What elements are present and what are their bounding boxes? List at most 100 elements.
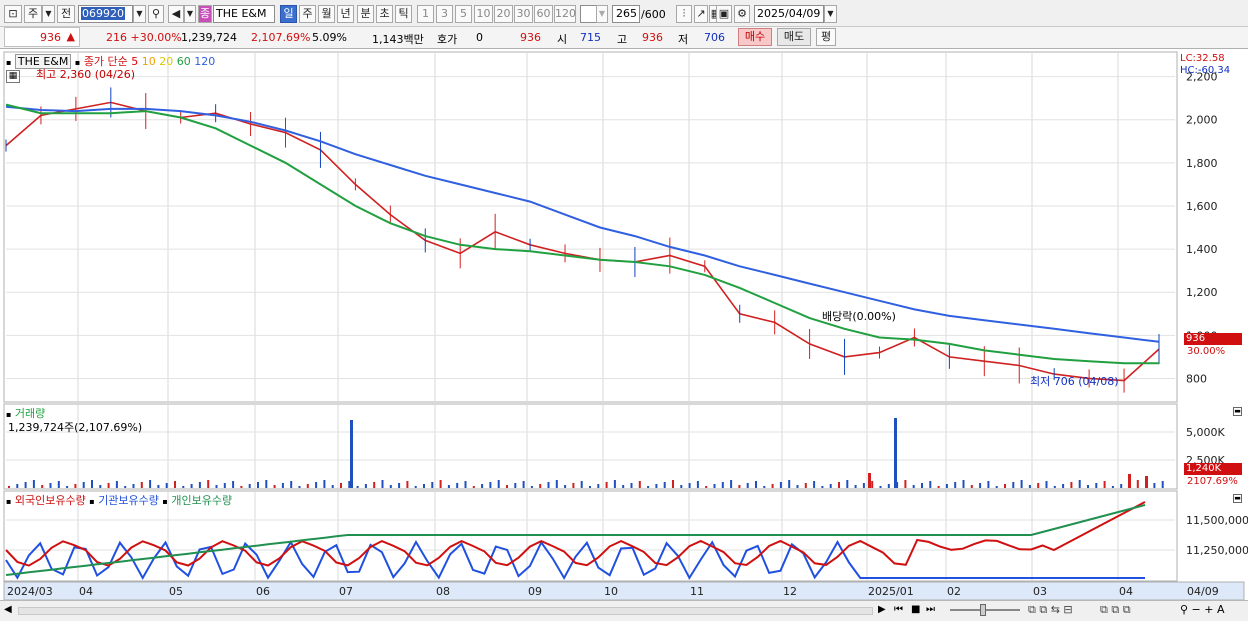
- interval-20[interactable]: 20: [494, 5, 513, 23]
- foreign-holding-label[interactable]: 외국인보유수량: [15, 494, 86, 507]
- volume-bar: [730, 480, 733, 488]
- volume-spike: [1128, 474, 1131, 488]
- volume-bar: [124, 486, 127, 488]
- candle-icon[interactable]: ⫶: [676, 5, 692, 23]
- legend-square-icon: ▪: [6, 58, 12, 67]
- volume-bar: [290, 481, 293, 488]
- interval-10[interactable]: 10: [474, 5, 493, 23]
- volume-bar: [688, 483, 691, 488]
- volume-bar: [713, 484, 716, 488]
- scroll-left-icon[interactable]: ◀: [4, 604, 12, 615]
- period-day[interactable]: 일: [280, 5, 297, 23]
- code-dropdown-icon[interactable]: ▼: [133, 5, 146, 23]
- volume-bar: [564, 485, 567, 488]
- volume-bar: [1078, 480, 1081, 488]
- interval-3[interactable]: 3: [436, 5, 453, 23]
- interval-30[interactable]: 30: [514, 5, 533, 23]
- ma-60: 60: [176, 55, 191, 68]
- avg-button[interactable]: 평: [816, 28, 836, 46]
- search-icon[interactable]: ⚲: [148, 5, 164, 23]
- volume-bar: [912, 485, 915, 488]
- speaker-icon[interactable]: ◀: [168, 5, 184, 23]
- period-month[interactable]: 월: [318, 5, 335, 23]
- stock-code-input[interactable]: 069920: [78, 5, 133, 23]
- period-second[interactable]: 초: [376, 5, 393, 23]
- volume-bar: [240, 486, 243, 488]
- volume-bar: [1095, 483, 1098, 488]
- period-select[interactable]: 주: [24, 5, 42, 23]
- interval-dropdown-icon[interactable]: ▼: [596, 5, 608, 23]
- holding-y-tick: 11,250,000: [1186, 544, 1248, 557]
- volume-bar: [921, 483, 923, 488]
- window-icon[interactable]: ⊡: [4, 5, 22, 23]
- low-price: 706: [704, 31, 725, 44]
- y-tick-label: 2,000: [1186, 114, 1218, 127]
- hoga-price: 936: [520, 31, 541, 44]
- volume-bar: [115, 481, 118, 488]
- draw-icon[interactable]: ↗: [694, 5, 708, 23]
- scrollbar-track[interactable]: [18, 607, 873, 615]
- institution-holding-label[interactable]: 기관보유수량: [98, 494, 159, 507]
- volume-bar: [198, 482, 201, 488]
- volume-bar: [149, 480, 152, 488]
- individual-holding-label[interactable]: 개인보유수량: [171, 494, 232, 507]
- sell-button[interactable]: 매도: [777, 28, 811, 46]
- volume-bar: [91, 480, 93, 488]
- last-icon[interactable]: ⏭: [926, 604, 935, 615]
- volume-bar: [140, 482, 143, 488]
- maximize-icon[interactable]: ▬: [1233, 407, 1242, 416]
- maximize-icon[interactable]: ▬: [1233, 494, 1242, 503]
- period-tick[interactable]: 틱: [395, 5, 412, 23]
- view-icons[interactable]: ⧉ ⧉ ⇆ ⊟: [1028, 603, 1073, 617]
- stop-icon[interactable]: ■: [911, 604, 920, 615]
- pct-tag: 30.00%: [1187, 346, 1226, 357]
- volume-bar: [32, 480, 35, 488]
- interval-60[interactable]: 60: [534, 5, 553, 23]
- save-icon[interactable]: ▣: [716, 5, 732, 23]
- chevron-down-icon[interactable]: ▼: [42, 5, 55, 23]
- speaker-dropdown-icon[interactable]: ▼: [184, 5, 196, 23]
- buy-button[interactable]: 매수: [738, 28, 772, 46]
- volume-bar: [871, 481, 874, 488]
- stock-name-field[interactable]: THE E&M: [213, 5, 275, 23]
- ma-10: 10: [141, 55, 156, 68]
- scroll-right-icon[interactable]: ▶: [878, 604, 886, 615]
- prev-button[interactable]: 전: [57, 5, 75, 23]
- zoom-slider-handle[interactable]: [980, 604, 986, 616]
- interval-5[interactable]: 5: [455, 5, 472, 23]
- interval-120[interactable]: 120: [554, 5, 576, 23]
- interval-1[interactable]: 1: [417, 5, 434, 23]
- volume-bar: [937, 486, 940, 488]
- period-minute[interactable]: 분: [357, 5, 374, 23]
- calendar-dropdown-icon[interactable]: ▼: [824, 5, 837, 23]
- price-box: 936 ▲: [4, 27, 80, 47]
- volume-bar: [298, 486, 301, 488]
- volume-tag: 1,240K: [1184, 463, 1242, 475]
- volume-value: 1,239,724: [181, 31, 237, 44]
- count-input[interactable]: 265: [612, 5, 640, 23]
- chart-canvas[interactable]: 2024/03 04 05 06 07 08 09 10 11 12 2025/01 02 03 04 04…: [0, 50, 1248, 600]
- table-icon[interactable]: ▦: [6, 70, 20, 83]
- first-icon[interactable]: ⏮: [894, 604, 903, 615]
- period-year[interactable]: 년: [337, 5, 354, 23]
- x-tick-label: 2025/01: [868, 585, 914, 598]
- volume-bar: [755, 481, 757, 488]
- x-tick-label: 02: [947, 585, 961, 598]
- volume-bar: [862, 483, 865, 488]
- volume-bar: [846, 480, 849, 488]
- gear-icon[interactable]: ⚙: [734, 5, 750, 23]
- volume-bar: [970, 485, 973, 488]
- volume-bar: [8, 486, 10, 488]
- volume-bar: [1070, 482, 1073, 488]
- zoom-icons[interactable]: ⚲ − + A: [1180, 603, 1225, 616]
- volume-bar: [995, 486, 998, 488]
- layout-icons[interactable]: ⧉ ⧉ ⧉: [1100, 603, 1131, 617]
- volume-bar: [696, 481, 699, 488]
- volume-bar: [1153, 483, 1156, 488]
- period-week[interactable]: 주: [299, 5, 316, 23]
- volume-bar: [340, 483, 342, 488]
- volume-bar: [381, 480, 384, 488]
- volume-bar: [281, 483, 284, 488]
- volume-bar: [605, 482, 608, 488]
- date-input[interactable]: 2025/04/09: [754, 5, 824, 23]
